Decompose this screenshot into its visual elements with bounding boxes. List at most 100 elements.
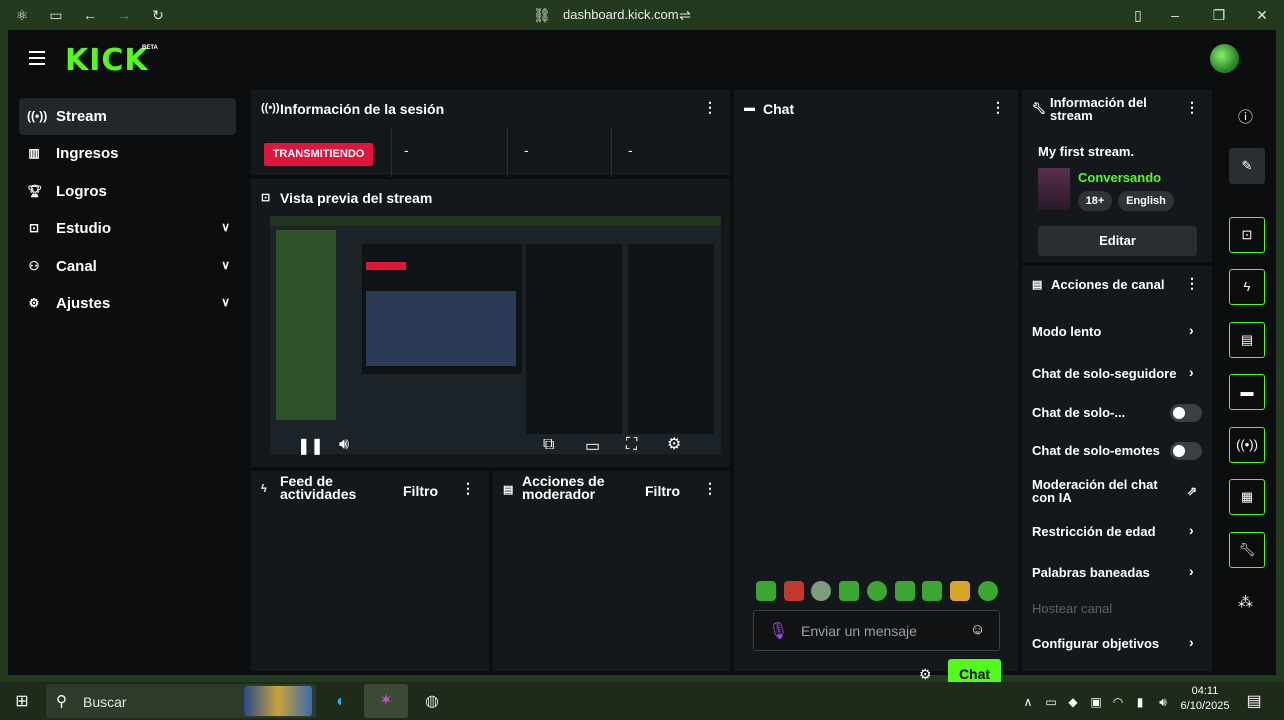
emote-icon[interactable] <box>922 581 942 601</box>
preview-toggle-icon[interactable]: ⊡ <box>1229 217 1265 253</box>
mic-icon[interactable]: ▮ <box>1129 691 1151 713</box>
tray-expand-icon[interactable]: ∧ <box>1017 691 1039 713</box>
menu-icon[interactable] <box>29 51 45 65</box>
sidebar-item-logros[interactable]: 🏆︎ Logros <box>19 173 236 210</box>
filter-button[interactable]: Filtro <box>645 483 680 499</box>
chart-icon: ▥ <box>28 146 40 160</box>
top-bar: KICK BETA <box>8 30 1276 88</box>
preview-icon: ⊡ <box>261 192 271 204</box>
filter-button[interactable]: Filtro <box>403 483 438 499</box>
emoji-picker-icon[interactable]: ☺ <box>970 621 985 638</box>
chat-settings-icon[interactable]: ⚙ <box>919 666 932 683</box>
emote-icon[interactable] <box>811 581 831 601</box>
emote-icon[interactable] <box>756 581 776 601</box>
tray-icon[interactable]: ▣ <box>1085 691 1107 713</box>
chevron-down-icon: ∨ <box>221 258 230 272</box>
mic-icon[interactable]: 🎙︎ <box>768 621 788 641</box>
sidebar-item-stream[interactable]: ((•)) Stream <box>19 98 236 135</box>
share-icon[interactable]: ⁂ <box>1238 593 1253 611</box>
reload-icon[interactable]: ↻ <box>150 7 166 23</box>
sidebar-item-ajustes[interactable]: ⚙ Ajustes ∨ <box>19 285 236 322</box>
panel-title: Información del stream <box>1050 95 1147 123</box>
studio-icon: ⊡ <box>28 221 40 235</box>
more-options-icon[interactable]: ⋮ <box>461 481 475 495</box>
more-options-icon[interactable]: ⋮ <box>1185 100 1199 114</box>
more-options-icon[interactable]: ⋮ <box>703 100 717 114</box>
notes-icon[interactable]: ▤ <box>1229 322 1265 358</box>
emote-icon[interactable] <box>950 581 970 601</box>
taskbar-search[interactable]: ⚲ Buscar <box>46 684 316 718</box>
panel-title: Acciones de canal <box>1051 277 1165 292</box>
pause-icon[interactable]: ❚❚ <box>297 436 324 456</box>
chevron-right-icon: › <box>1189 322 1194 338</box>
beta-badge: BETA <box>142 45 158 51</box>
windows-start-icon[interactable]: ⊞ <box>11 691 33 713</box>
emote-icon[interactable] <box>895 581 915 601</box>
pip-icon[interactable]: ⧉ <box>543 436 554 454</box>
more-options-icon[interactable]: ⋮ <box>991 100 1005 114</box>
clock[interactable]: 04:11 6/10/2025 <box>1176 685 1234 712</box>
info-icon[interactable]: ⓘ <box>1238 106 1253 127</box>
volume-icon[interactable]: 🔊︎ <box>339 436 349 454</box>
broadcast-icon[interactable]: ((•)) <box>1229 427 1265 463</box>
avatar[interactable] <box>1210 44 1239 73</box>
settings-gear-icon[interactable]: ⚙ <box>667 434 681 454</box>
obs-icon[interactable]: ◍ <box>421 691 443 713</box>
sidebar-toggle-icon[interactable]: ▭ <box>48 7 64 23</box>
site-settings-icon[interactable]: ⇌ <box>677 7 693 23</box>
forward-icon[interactable]: → <box>116 7 132 23</box>
followers-only-item[interactable]: Chat de solo-seguidore <box>1032 366 1184 381</box>
subscribers-only-toggle[interactable] <box>1170 404 1202 422</box>
emote-icon[interactable] <box>978 581 998 601</box>
ai-moderation-item[interactable]: Moderación del chat con IA <box>1032 478 1172 504</box>
notifications-icon[interactable]: ▤ <box>1243 691 1265 713</box>
sidebar-item-canal[interactable]: ⚇ Canal ∨ <box>19 248 236 285</box>
back-icon[interactable]: ← <box>82 7 98 23</box>
gear-icon: ⚙ <box>28 296 40 310</box>
channel-actions-icon[interactable]: ▦ <box>1229 479 1265 515</box>
tray-icon[interactable]: ▭ <box>1040 691 1062 713</box>
address-bar[interactable]: dashboard.kick.com <box>563 7 679 22</box>
minimize-icon[interactable]: – <box>1167 7 1183 23</box>
panel-title: Acciones de moderador <box>522 473 605 502</box>
wrench-icon: 🔧︎ <box>1032 103 1046 115</box>
host-channel-item: Hostear canal <box>1032 601 1113 616</box>
slow-mode-item[interactable]: Modo lento <box>1032 324 1212 339</box>
panel-title: Vista previa del stream <box>280 190 433 206</box>
fullscreen-icon[interactable]: ⛶ <box>626 436 637 454</box>
category-link[interactable]: Conversando <box>1078 170 1161 185</box>
lightning-icon[interactable]: ϟ <box>1229 269 1265 305</box>
active-app[interactable]: ✶ <box>364 684 408 718</box>
wifi-icon[interactable]: ◠ <box>1107 691 1129 713</box>
more-options-icon[interactable]: ⋮ <box>1185 276 1199 290</box>
sidebar-item-estudio[interactable]: ⊡ Estudio ∨ <box>19 210 236 247</box>
chat-input[interactable]: 🎙︎ Enviar un mensaje ☺ <box>753 610 1000 651</box>
category-thumbnail[interactable] <box>1038 168 1070 210</box>
edit-pencil-icon[interactable]: ✎ <box>1229 148 1265 184</box>
tray-icon[interactable]: ◆ <box>1062 691 1084 713</box>
stream-video-player[interactable] <box>270 216 721 454</box>
sidebar-item-ingresos[interactable]: ▥ Ingresos <box>19 135 236 172</box>
chat-bubble-icon[interactable]: ▬ <box>1229 374 1265 410</box>
volume-icon[interactable]: 🔊︎ <box>1152 691 1174 713</box>
chevron-down-icon: ∨ <box>221 295 230 309</box>
emote-icon[interactable] <box>839 581 859 601</box>
restore-icon[interactable]: ❐ <box>1211 7 1227 23</box>
age-restriction-item[interactable]: Restricción de edad <box>1032 524 1212 539</box>
goals-item[interactable]: Configurar objetivos <box>1032 636 1212 651</box>
emotes-only-toggle[interactable] <box>1170 442 1202 460</box>
browser-logo-icon[interactable]: ⚛ <box>14 7 30 23</box>
more-options-icon[interactable]: ⋮ <box>703 481 717 495</box>
close-icon[interactable]: ✕ <box>1254 7 1270 23</box>
wrench-icon[interactable]: 🔧︎ <box>1229 532 1265 568</box>
edge-icon[interactable]: ◐ <box>330 691 352 713</box>
mod-actions-panel: ▤ Acciones de moderador Filtro ⋮ <box>493 471 730 671</box>
emote-icon[interactable] <box>867 581 887 601</box>
theater-icon[interactable]: ▭ <box>585 436 600 456</box>
emote-icon[interactable] <box>784 581 804 601</box>
banned-words-item[interactable]: Palabras baneadas <box>1032 565 1212 580</box>
kick-logo[interactable]: KICK <box>65 43 149 78</box>
kick-dashboard: KICK BETA ((•)) Stream ▥ Ingresos 🏆︎ Log… <box>8 30 1276 690</box>
edit-button[interactable]: Editar <box>1038 226 1197 256</box>
split-view-icon[interactable]: ▯ <box>1130 7 1146 23</box>
